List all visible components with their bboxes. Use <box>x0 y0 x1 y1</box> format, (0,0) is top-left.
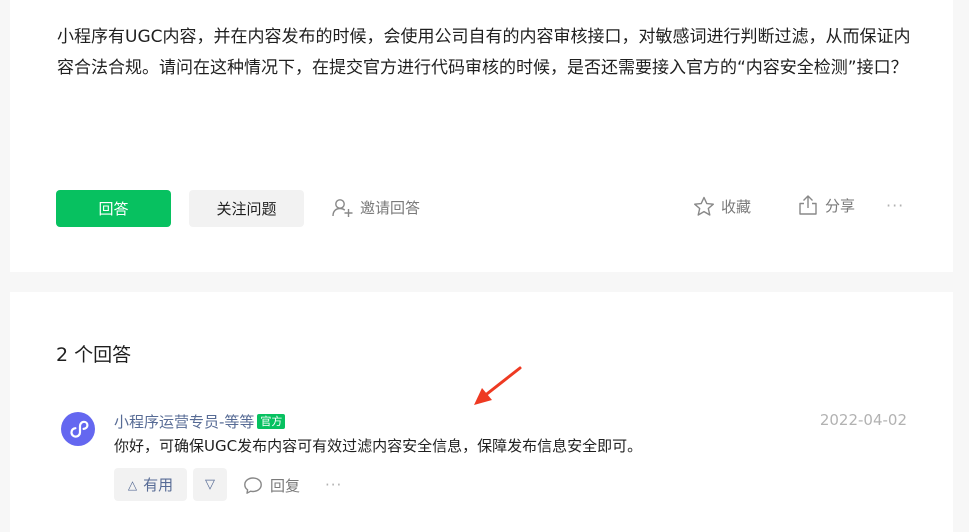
useful-label: 有用 <box>143 476 174 494</box>
useful-button[interactable]: △ 有用 <box>114 468 187 501</box>
answers-card: 2 个回答 小程序运营专员-等等 官方 2022-04-02 你好，可确保UGC… <box>10 292 953 532</box>
answer-date: 2022-04-02 <box>819 411 907 429</box>
question-text: 小程序有UGC内容，并在内容发布的时候，会使用公司自有的内容审核接口，对敏感词进… <box>57 27 911 78</box>
add-user-icon <box>332 198 353 217</box>
question-card: 小程序有UGC内容，并在内容发布的时候，会使用公司自有的内容审核接口，对敏感词进… <box>10 0 953 272</box>
share-icon <box>799 195 817 215</box>
share-label: 分享 <box>825 196 856 215</box>
downvote-icon: ▽ <box>205 477 215 492</box>
invite-answer-label: 邀请回答 <box>360 199 421 217</box>
downvote-button[interactable]: ▽ <box>193 468 227 501</box>
answer-more-button[interactable]: ··· <box>325 476 342 494</box>
reply-label: 回复 <box>270 477 301 495</box>
avatar[interactable] <box>61 412 95 446</box>
follow-question-button[interactable]: 关注问题 <box>189 190 304 227</box>
star-icon <box>694 196 714 216</box>
collect-button[interactable]: 收藏 <box>693 196 751 217</box>
share-button[interactable]: 分享 <box>797 194 855 216</box>
reply-button[interactable]: 回复 <box>243 475 300 496</box>
invite-answer-button[interactable]: 邀请回答 <box>332 197 420 218</box>
more-options-button[interactable]: ··· <box>886 196 904 215</box>
miniprogram-logo-icon <box>70 420 89 438</box>
comment-icon <box>244 477 262 494</box>
upvote-icon: △ <box>127 477 138 492</box>
answer-text: 你好，可确保UGC发布内容可有效过滤内容安全信息，保障发布信息安全即可。 <box>114 437 643 455</box>
collect-label: 收藏 <box>721 198 752 216</box>
official-badge: 官方 <box>257 414 286 429</box>
answer-count: 2 个回答 <box>56 344 132 366</box>
author-name-link[interactable]: 小程序运营专员-等等 <box>114 411 254 432</box>
answer-author: 小程序运营专员-等等 官方 <box>114 411 286 432</box>
answer-button[interactable]: 回答 <box>56 190 171 227</box>
